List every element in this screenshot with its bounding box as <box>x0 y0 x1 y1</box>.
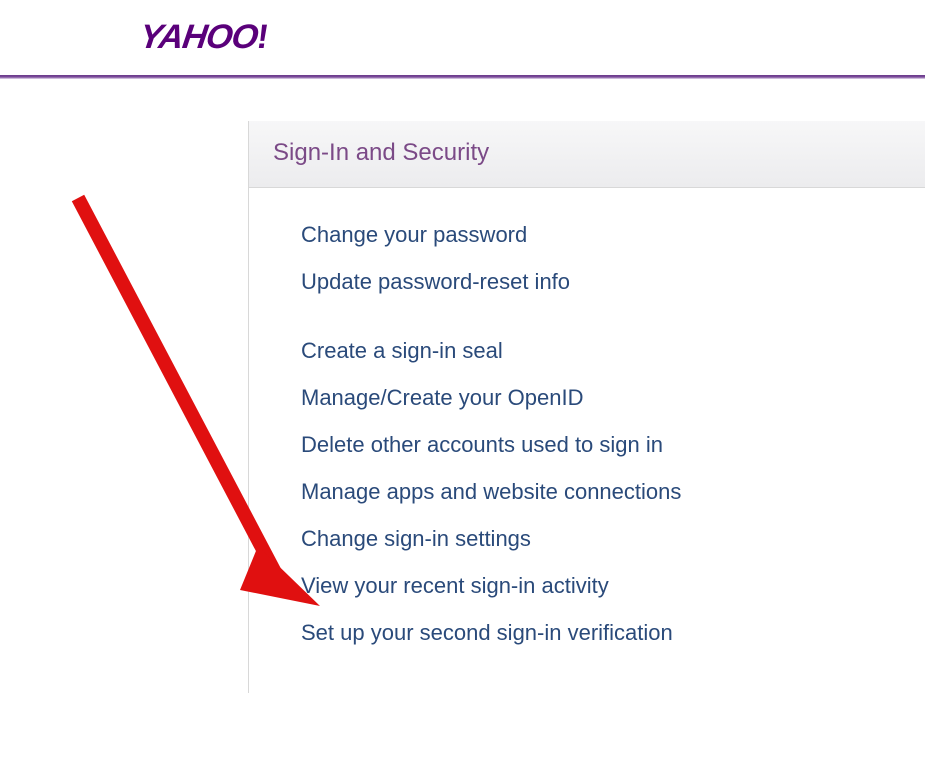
panel-header: Sign-In and Security <box>249 121 925 188</box>
link-change-password[interactable]: Change your password <box>301 218 925 251</box>
page-header: YAHOO! <box>0 0 925 75</box>
link-manage-apps[interactable]: Manage apps and website connections <box>301 475 925 508</box>
link-setup-second-verification[interactable]: Set up your second sign-in verification <box>301 616 925 649</box>
link-delete-other-accounts[interactable]: Delete other accounts used to sign in <box>301 428 925 461</box>
signin-security-panel: Sign-In and Security Change your passwor… <box>248 121 925 693</box>
panel-title: Sign-In and Security <box>273 139 901 167</box>
group-gap <box>301 312 925 334</box>
panel-body: Change your password Update password-res… <box>249 188 925 693</box>
link-manage-openid[interactable]: Manage/Create your OpenID <box>301 381 925 414</box>
yahoo-logo[interactable]: YAHOO! <box>137 18 270 57</box>
link-update-reset-info[interactable]: Update password-reset info <box>301 265 925 298</box>
link-create-signin-seal[interactable]: Create a sign-in seal <box>301 334 925 367</box>
link-view-recent-activity[interactable]: View your recent sign-in activity <box>301 569 925 602</box>
logo-text: YAHOO <box>137 18 259 56</box>
header-divider <box>0 75 925 79</box>
link-change-signin-settings[interactable]: Change sign-in settings <box>301 522 925 555</box>
